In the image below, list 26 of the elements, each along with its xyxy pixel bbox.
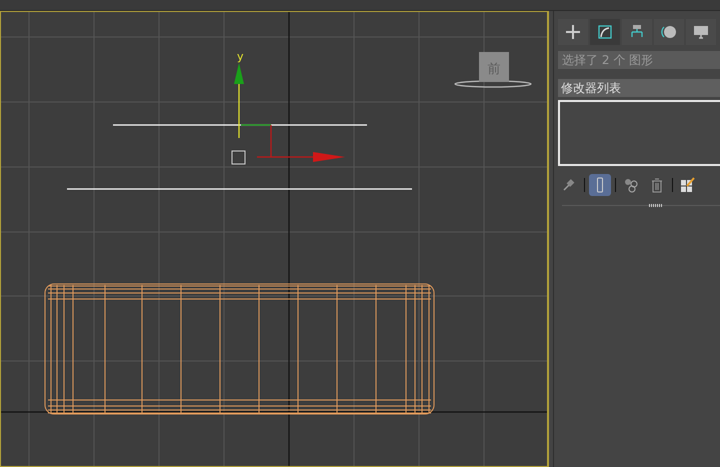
modify-tab[interactable] [590,19,620,45]
pivot-square-icon [232,150,246,164]
monitor-icon [693,24,709,40]
rollout-grip-handle[interactable] [649,204,663,207]
modifier-list-dropdown[interactable]: 修改器列表 [558,79,720,97]
create-tab[interactable] [558,19,588,45]
axis-label: y [237,50,244,63]
sphere-icon [660,24,678,40]
curve-in-frame-icon [597,24,613,40]
modifier-stack-list[interactable] [558,100,720,166]
grid-pencil-icon [680,177,696,193]
move-gizmo[interactable] [234,63,345,162]
bar-icon [596,177,604,193]
object-name-field[interactable]: 选择了 2 个 图形 [558,51,720,69]
hierarchy-tab[interactable] [622,19,652,45]
motion-tab[interactable] [654,19,684,45]
wireframe-drawing[interactable] [44,284,434,414]
display-tab[interactable] [686,19,716,45]
spline-line[interactable] [67,188,412,190]
end-result-button[interactable] [589,174,611,196]
trash-icon [651,178,663,192]
pin-icon [562,178,576,192]
hierarchy-icon [629,24,645,40]
spline-line[interactable] [113,124,367,126]
plus-icon [565,24,581,40]
linked-circles-icon [623,177,639,193]
